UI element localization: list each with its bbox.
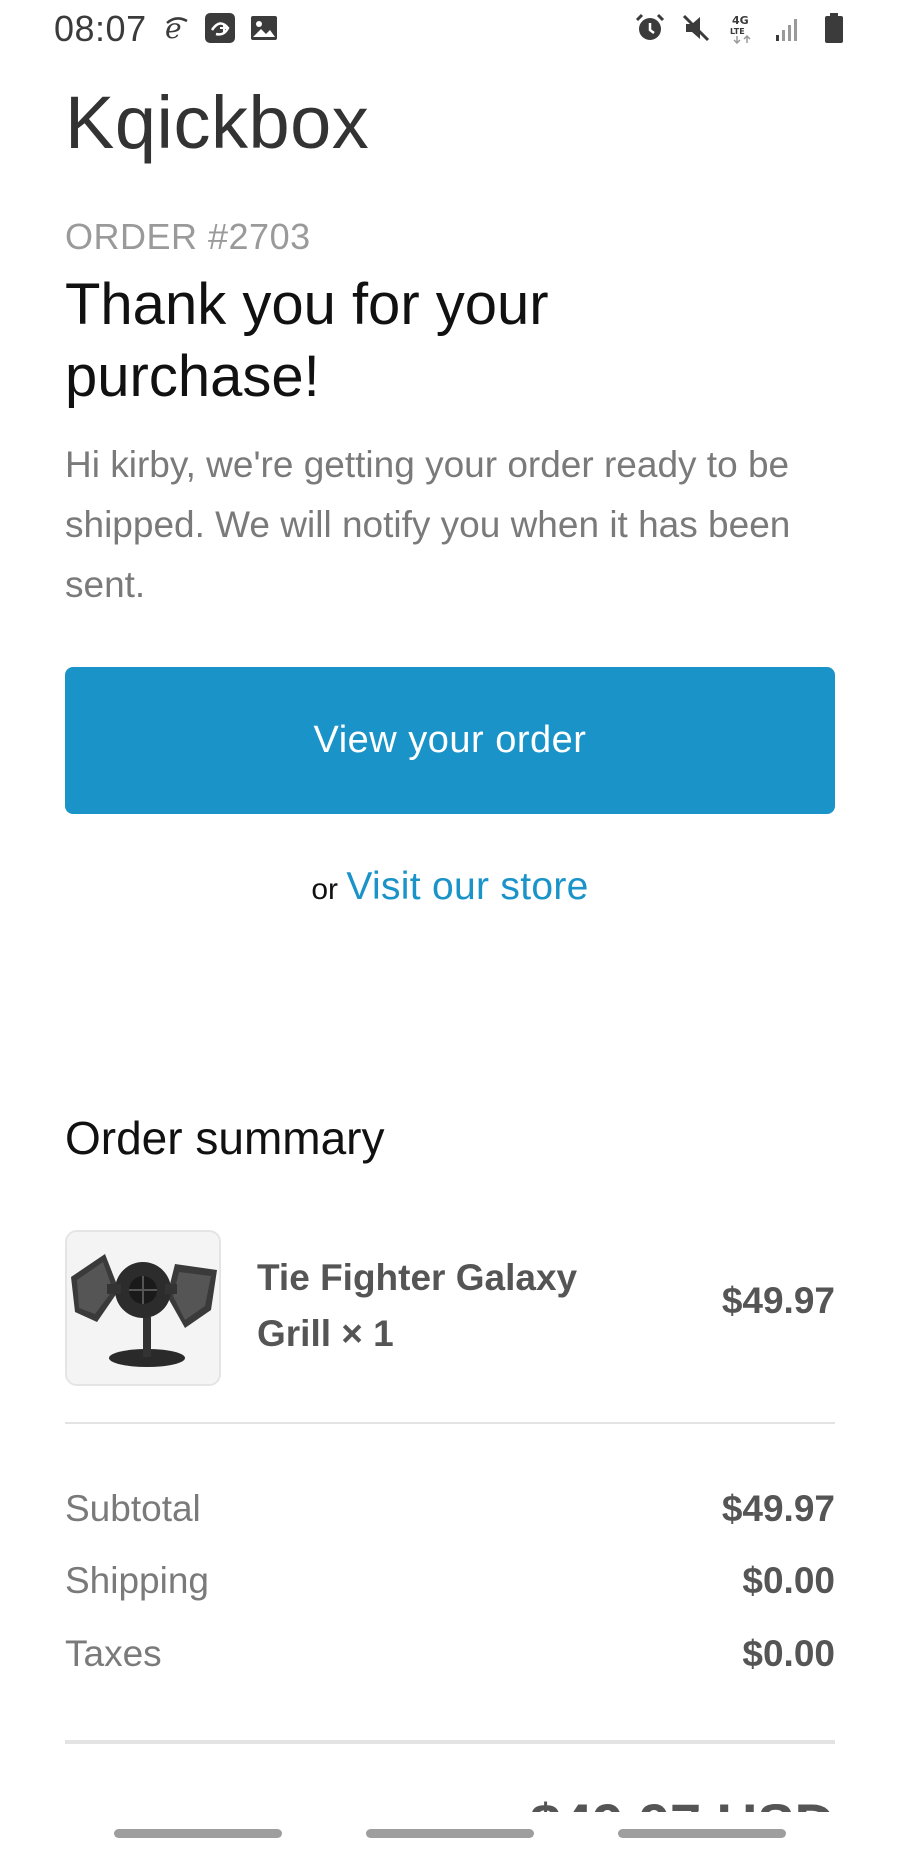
order-total-value: $49.97 USD	[530, 1800, 835, 1812]
taxes-row: Taxes $0.00	[65, 1633, 835, 1683]
status-bar: 08:07 e 4G LTE	[0, 0, 900, 58]
product-price: $49.97	[721, 1280, 835, 1321]
shop-name: Kqickbox	[65, 81, 370, 164]
nav-back-button[interactable]	[618, 1829, 786, 1838]
svg-text:4G: 4G	[732, 14, 749, 27]
shipping-value: $0.00	[742, 1560, 835, 1601]
nav-home-button[interactable]	[366, 1829, 534, 1838]
line-item: Tie Fighter Galaxy Grill × 1 $49.97	[65, 1230, 835, 1386]
order-confirmation: Kqickbox ORDER #2703 Thank you for your …	[65, 70, 835, 915]
view-order-button[interactable]: View your order	[65, 667, 835, 814]
store-prefix: or	[311, 873, 339, 906]
shipping-label: Shipping	[65, 1560, 210, 1601]
intro-text: Hi kirby, we're getting your order ready…	[65, 444, 791, 605]
order-summary-title: Order summary	[65, 1112, 385, 1164]
subtotal-label: Subtotal	[65, 1488, 201, 1529]
subtotal-value: $49.97	[721, 1488, 835, 1529]
product-image	[65, 1230, 221, 1386]
shipping-row: Shipping $0.00	[65, 1560, 835, 1610]
visit-store-link[interactable]: Visit our store	[346, 865, 588, 908]
order-number: ORDER #2703	[65, 216, 311, 257]
signal-icon	[772, 12, 804, 44]
taxes-label: Taxes	[65, 1633, 162, 1674]
status-time: 08:07	[54, 8, 147, 49]
system-nav-bar	[0, 1815, 900, 1850]
4g-lte-icon: 4G LTE	[726, 12, 758, 44]
taxes-value: $0.00	[742, 1633, 835, 1674]
status-right-icons: 4G LTE	[634, 12, 850, 44]
product-name: Tie Fighter Galaxy Grill × 1	[257, 1257, 578, 1354]
gallery-icon	[248, 12, 280, 44]
alarm-icon	[634, 12, 666, 44]
divider-thick	[65, 1740, 835, 1744]
store-line: or Visit our store	[65, 862, 835, 915]
nav-recents-button[interactable]	[114, 1829, 282, 1838]
mute-icon	[680, 12, 712, 44]
status-left-icons: e	[160, 12, 280, 44]
subtotal-row: Subtotal $49.97	[65, 1488, 835, 1538]
disney-plus-icon	[204, 12, 236, 44]
divider	[65, 1422, 835, 1424]
thank-you-heading: Thank you for your purchase!	[65, 272, 549, 409]
order-total-partial: $49.97 USD	[530, 1800, 835, 1812]
tie-fighter-grill-image	[67, 1232, 219, 1384]
svg-text:LTE: LTE	[730, 27, 745, 36]
e-app-icon: e	[160, 12, 192, 44]
battery-icon	[818, 12, 850, 44]
